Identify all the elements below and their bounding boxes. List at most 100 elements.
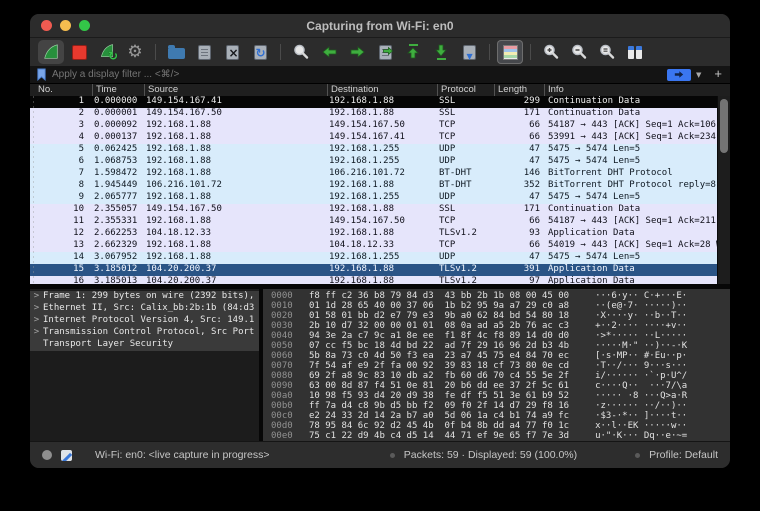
zoom-reset-button[interactable] <box>594 40 620 64</box>
hex-row[interactable]: 00e075 c1 22 d9 4b c4 d5 14 44 71 ef 9e … <box>263 431 730 441</box>
add-filter-button[interactable]: + <box>706 66 724 83</box>
first-packet-button[interactable] <box>400 40 426 64</box>
colorize-icon <box>503 45 518 60</box>
go-to-packet-button[interactable] <box>372 40 398 64</box>
close-file-icon: × <box>226 45 239 60</box>
packet-row[interactable]: 20.000001149.154.167.50192.168.1.88SSL17… <box>30 108 717 120</box>
display-filter-input[interactable] <box>52 69 662 80</box>
zoom-in-button[interactable] <box>538 40 564 64</box>
arrow-down-bar-icon <box>434 44 448 60</box>
scrollbar-thumb[interactable] <box>720 99 728 153</box>
hex-row[interactable]: 00a010 98 f5 93 d4 20 d9 38 fe df f5 51 … <box>263 391 730 401</box>
detail-row[interactable]: >Internet Protocol Version 4, Src: 149.1 <box>30 315 259 327</box>
zoom-out-icon <box>570 43 588 61</box>
bookmark-icon[interactable] <box>36 68 47 81</box>
hex-row[interactable]: 00d078 95 84 6c 92 d2 45 4b 0f b4 8b dd … <box>263 421 730 431</box>
column-header-protocol[interactable]: Protocol <box>437 84 494 96</box>
hex-row[interactable]: 00302b 10 d7 32 00 00 01 01 08 0a ad a5 … <box>263 321 730 331</box>
capture-comment-icon[interactable] <box>61 450 72 461</box>
start-capture-button[interactable] <box>38 40 64 64</box>
toolbar-separator <box>155 44 156 60</box>
find-packet-button[interactable] <box>288 40 314 64</box>
column-header-time[interactable]: Time <box>92 84 144 96</box>
stop-capture-button[interactable] <box>66 40 92 64</box>
status-separator-dot <box>635 453 640 458</box>
detail-row[interactable]: Transport Layer Security <box>30 339 259 351</box>
detail-row[interactable]: >Ethernet II, Src: Calix_bb:2b:1b (84:d3 <box>30 303 259 315</box>
capture-options-button[interactable]: ⚙ <box>122 40 148 64</box>
packet-row[interactable]: 92.065777192.168.1.88192.168.1.255UDP475… <box>30 192 717 204</box>
restart-capture-icon: ↻ <box>98 43 116 61</box>
resize-columns-button[interactable] <box>622 40 648 64</box>
open-file-button[interactable] <box>163 40 189 64</box>
filter-dropdown-caret[interactable]: ▼ <box>696 71 701 79</box>
status-bar: Wi-Fi: en0: <live capture in progress> P… <box>30 441 730 468</box>
filter-bar: ▼ + <box>30 66 730 84</box>
packet-row[interactable]: 81.945449106.216.101.72192.168.1.88BT-DH… <box>30 180 717 192</box>
expand-chevron-icon[interactable]: > <box>30 303 43 315</box>
status-right-group: Packets: 59 · Displayed: 59 (100.0%) Pro… <box>390 449 718 461</box>
packet-row[interactable]: 122.662253104.18.12.33192.168.1.88TLSv1.… <box>30 228 717 240</box>
auto-scroll-button[interactable]: ▼ <box>456 40 482 64</box>
restart-capture-button[interactable]: ↻ <box>94 40 120 64</box>
colorize-packets-button[interactable] <box>497 40 523 64</box>
column-header-destination[interactable]: Destination <box>327 84 437 96</box>
hex-row[interactable]: 002001 58 01 bb d2 e7 79 e3 9b a0 62 84 … <box>263 311 730 321</box>
hex-row[interactable]: 00605b 8a 73 c0 4d 50 f3 ea 23 a7 45 75 … <box>263 351 730 361</box>
expand-chevron-icon[interactable] <box>30 339 43 351</box>
main-toolbar: ↻ ⚙ × ↻ <box>30 38 730 66</box>
hex-row[interactable]: 00707f 54 af e9 2f fa 00 92 39 83 18 cf … <box>263 361 730 371</box>
expand-chevron-icon[interactable]: > <box>30 327 43 339</box>
packet-bytes-pane: 0000f8 ff c2 36 b8 79 84 d3 43 bb 2b 1b … <box>263 289 730 441</box>
hex-row[interactable]: 0000f8 ff c2 36 b8 79 84 d3 43 bb 2b 1b … <box>263 291 730 301</box>
save-file-button[interactable] <box>191 40 217 64</box>
previous-packet-button[interactable] <box>316 40 342 64</box>
close-window-button[interactable] <box>41 20 52 31</box>
hex-row[interactable]: 001001 1d 28 65 40 00 37 06 1b b2 95 9a … <box>263 301 730 311</box>
packet-row[interactable]: 143.067952192.168.1.88192.168.1.255UDP47… <box>30 252 717 264</box>
packet-list-header: No. Time Source Destination Protocol Len… <box>30 84 730 96</box>
last-packet-button[interactable] <box>428 40 454 64</box>
next-packet-button[interactable] <box>344 40 370 64</box>
wireshark-window: Capturing from Wi-Fi: en0 ↻ ⚙ × ↻ <box>30 14 730 468</box>
hex-row[interactable]: 004094 3e 2a c7 9c a1 8e ee f1 8f 4c f8 … <box>263 331 730 341</box>
stop-icon <box>72 45 87 60</box>
hex-row[interactable]: 00c0e2 24 33 2d 14 2a b7 a0 5d 06 1a c4 … <box>263 411 730 421</box>
lower-panes: >Frame 1: 299 bytes on wire (2392 bits),… <box>30 289 730 441</box>
close-file-button[interactable]: × <box>219 40 245 64</box>
packet-row[interactable]: 102.355057149.154.167.50192.168.1.88SSL1… <box>30 204 717 216</box>
profile-text[interactable]: Profile: Default <box>649 449 718 461</box>
hex-row[interactable]: 00b0ff 7a d4 c8 9b d5 bb f2 09 f0 2f 14 … <box>263 401 730 411</box>
packet-row[interactable]: 61.068753192.168.1.88192.168.1.255UDP475… <box>30 156 717 168</box>
expand-chevron-icon[interactable]: > <box>30 291 43 303</box>
zoom-window-button[interactable] <box>79 20 90 31</box>
hex-row[interactable]: 008069 2f a8 9c 83 10 db a2 fb 60 d6 70 … <box>263 371 730 381</box>
packet-row[interactable]: 163.185013104.20.200.37192.168.1.88TLSv1… <box>30 276 717 284</box>
column-header-source[interactable]: Source <box>144 84 327 96</box>
hex-row[interactable]: 009063 00 8d 87 f4 51 0e 81 20 b6 dd ee … <box>263 381 730 391</box>
zoom-out-button[interactable] <box>566 40 592 64</box>
column-header-length[interactable]: Length <box>494 84 544 96</box>
packet-row[interactable]: 50.062425192.168.1.88192.168.1.255UDP475… <box>30 144 717 156</box>
packet-counts-text: Packets: 59 · Displayed: 59 (100.0%) <box>404 449 577 461</box>
minimize-window-button[interactable] <box>60 20 71 31</box>
hex-row[interactable]: 005007 cc f5 bc 18 4d bd 22 ad 7f 29 16 … <box>263 341 730 351</box>
expert-info-icon[interactable] <box>42 450 52 460</box>
reload-file-button[interactable]: ↻ <box>247 40 273 64</box>
detail-row[interactable]: >Frame 1: 299 bytes on wire (2392 bits), <box>30 291 259 303</box>
expand-chevron-icon[interactable]: > <box>30 315 43 327</box>
arrow-left-icon <box>321 45 338 59</box>
column-header-no[interactable]: No. <box>30 84 92 96</box>
detail-row[interactable]: >Transmission Control Protocol, Src Port <box>30 327 259 339</box>
column-header-info[interactable]: Info <box>544 84 564 96</box>
apply-filter-button[interactable] <box>667 69 691 81</box>
packet-row[interactable]: 30.000092192.168.1.88149.154.167.50TCP66… <box>30 120 717 132</box>
packet-row[interactable]: 10.000000149.154.167.41192.168.1.88SSL29… <box>30 96 717 108</box>
packet-list-scrollbar[interactable] <box>717 96 730 284</box>
arrow-up-bar-icon <box>406 44 420 60</box>
packet-row[interactable]: 132.662329192.168.1.88104.18.12.33TCP665… <box>30 240 717 252</box>
packet-row[interactable]: 40.000137192.168.1.88149.154.167.41TCP66… <box>30 132 717 144</box>
packet-row[interactable]: 112.355331192.168.1.88149.154.167.50TCP6… <box>30 216 717 228</box>
packet-row-selected[interactable]: 153.185012104.20.200.37192.168.1.88TLSv1… <box>30 264 717 276</box>
packet-row[interactable]: 71.598472192.168.1.88106.216.101.72BT-DH… <box>30 168 717 180</box>
